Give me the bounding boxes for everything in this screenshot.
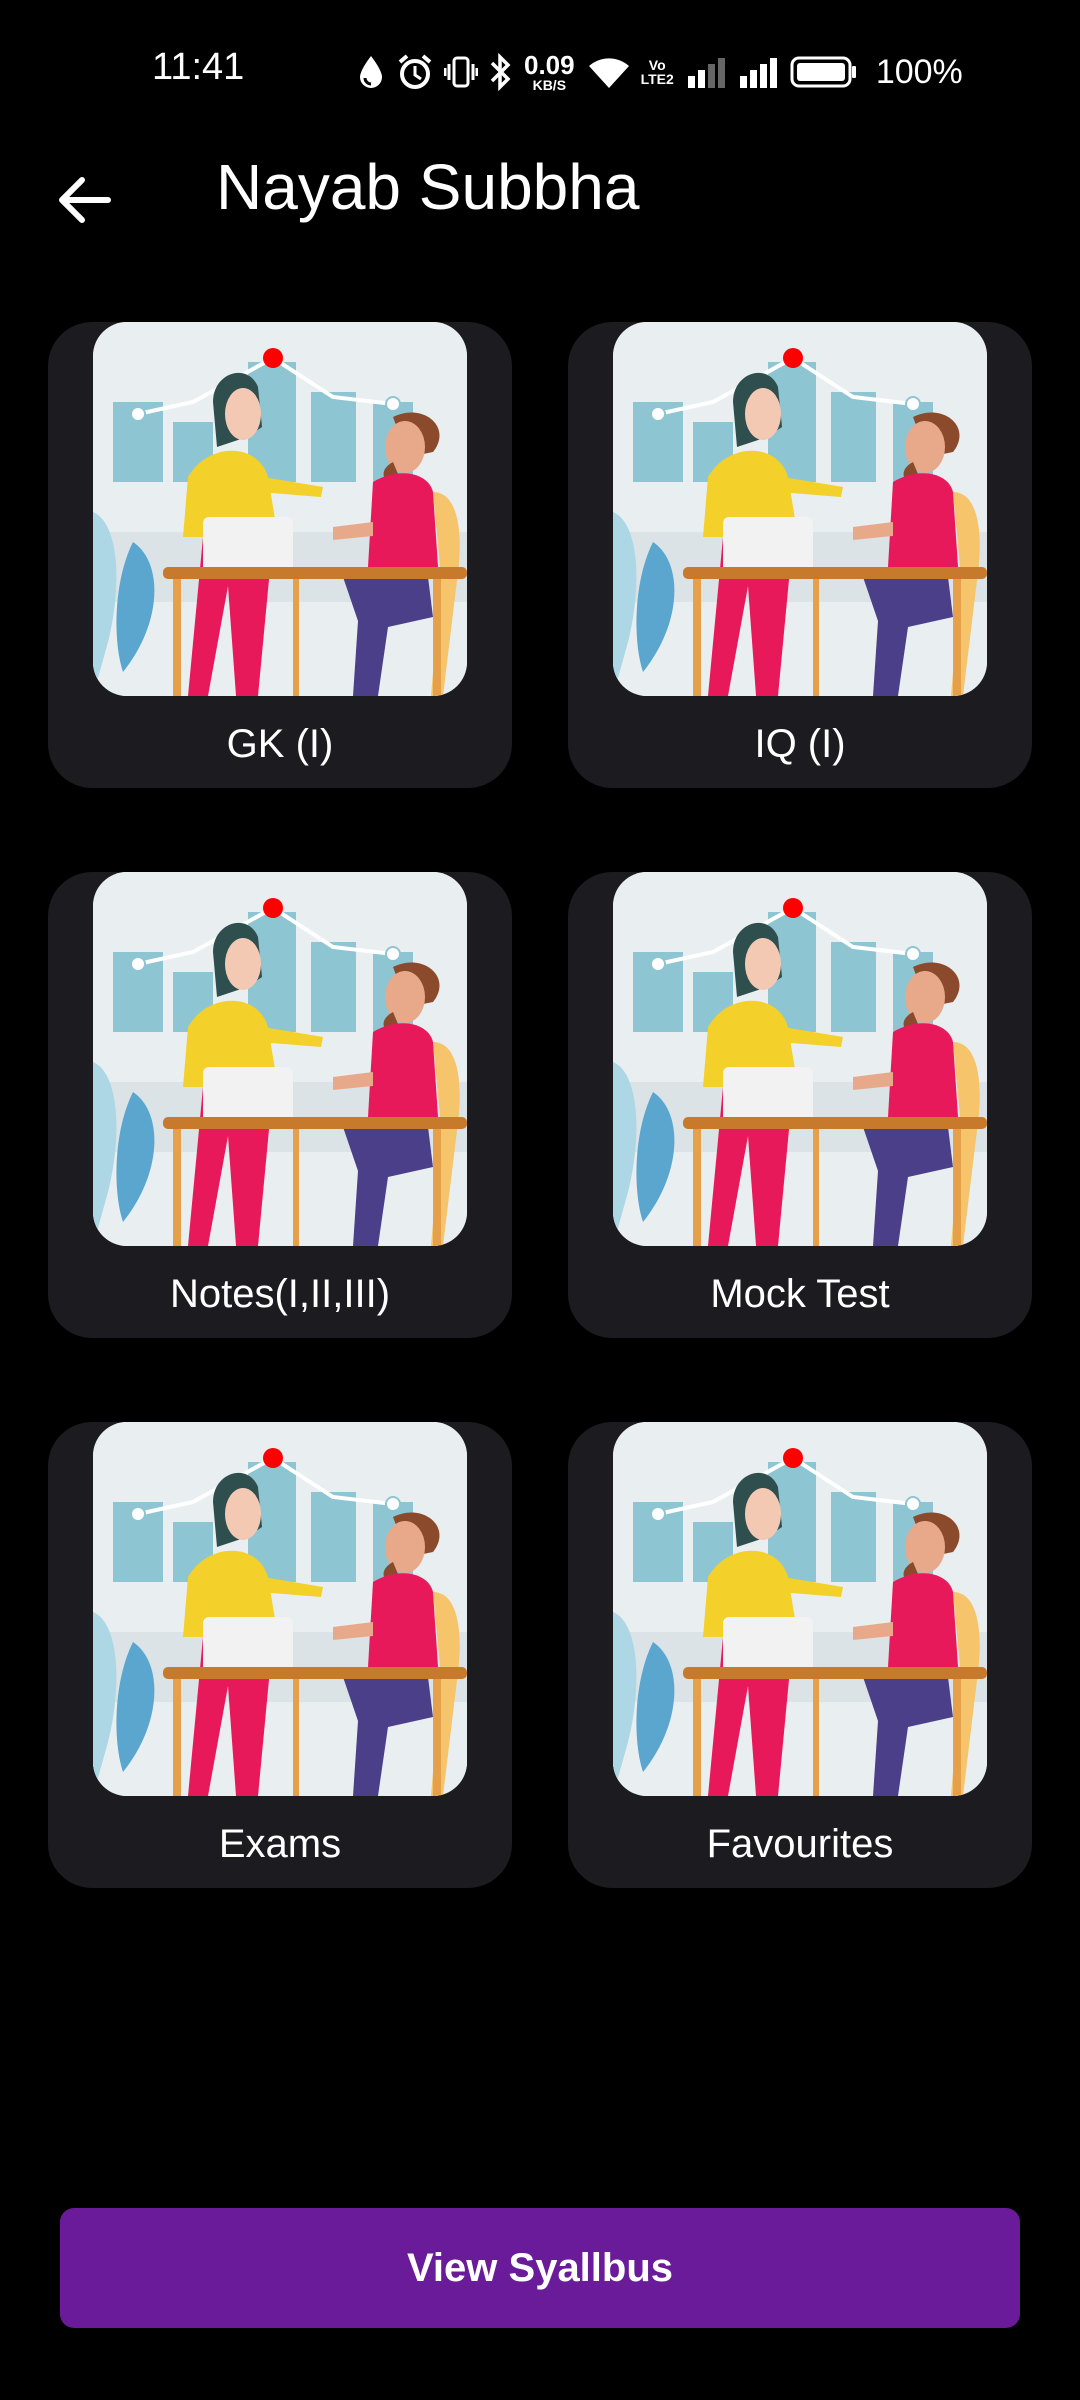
net-speed-value: 0.09: [524, 50, 575, 80]
tile-illustration: [93, 322, 467, 696]
tile-exams[interactable]: Exams: [48, 1422, 512, 1888]
network-speed: 0.09 KB/S: [524, 52, 575, 92]
tile-illustration: [93, 1422, 467, 1796]
page-title: Nayab Subbha: [216, 151, 640, 223]
tile-favourites[interactable]: Favourites: [568, 1422, 1032, 1888]
tile-label: GK (I): [226, 722, 334, 766]
battery-percent: 100%: [875, 52, 963, 91]
tile-illustration: [613, 322, 987, 696]
battery-icon: [790, 55, 858, 89]
tile-notes[interactable]: Notes(I,II,III): [48, 872, 512, 1338]
tile-illustration: [613, 872, 987, 1246]
back-button[interactable]: [52, 168, 116, 232]
status-bar: 11:41 0.09 KB/S Vo LTE2 100%: [0, 0, 1080, 140]
tile-label: IQ (I): [754, 722, 846, 766]
water-drop-icon: [356, 54, 386, 90]
status-time: 11:41: [152, 46, 245, 88]
status-icons: 0.09 KB/S Vo LTE2 100%: [356, 48, 963, 96]
view-syllabus-button[interactable]: View Syallbus: [60, 2208, 1020, 2328]
tile-illustration: [93, 872, 467, 1246]
tile-label: Notes(I,II,III): [169, 1272, 391, 1316]
signal-icon: [738, 56, 780, 88]
tile-label: Exams: [218, 1822, 342, 1866]
volte-bottom: LTE2: [640, 71, 674, 87]
wifi-icon: [587, 54, 631, 90]
tile-iq[interactable]: IQ (I): [568, 322, 1032, 788]
tile-illustration: [613, 1422, 987, 1796]
net-speed-unit: KB/S: [532, 77, 567, 93]
arrow-left-icon: [59, 177, 111, 223]
bluetooth-icon: [488, 53, 514, 91]
tile-mock-test[interactable]: Mock Test: [568, 872, 1032, 1338]
tile-label: Mock Test: [710, 1272, 890, 1316]
volte-badge: Vo LTE2: [641, 58, 674, 86]
signal-icon: [686, 56, 728, 88]
tile-label: Favourites: [706, 1822, 894, 1866]
tile-gk[interactable]: GK (I): [48, 322, 512, 788]
alarm-icon: [396, 53, 434, 91]
vibrate-icon: [444, 54, 478, 90]
app-header: Nayab Subbha: [0, 140, 1080, 260]
